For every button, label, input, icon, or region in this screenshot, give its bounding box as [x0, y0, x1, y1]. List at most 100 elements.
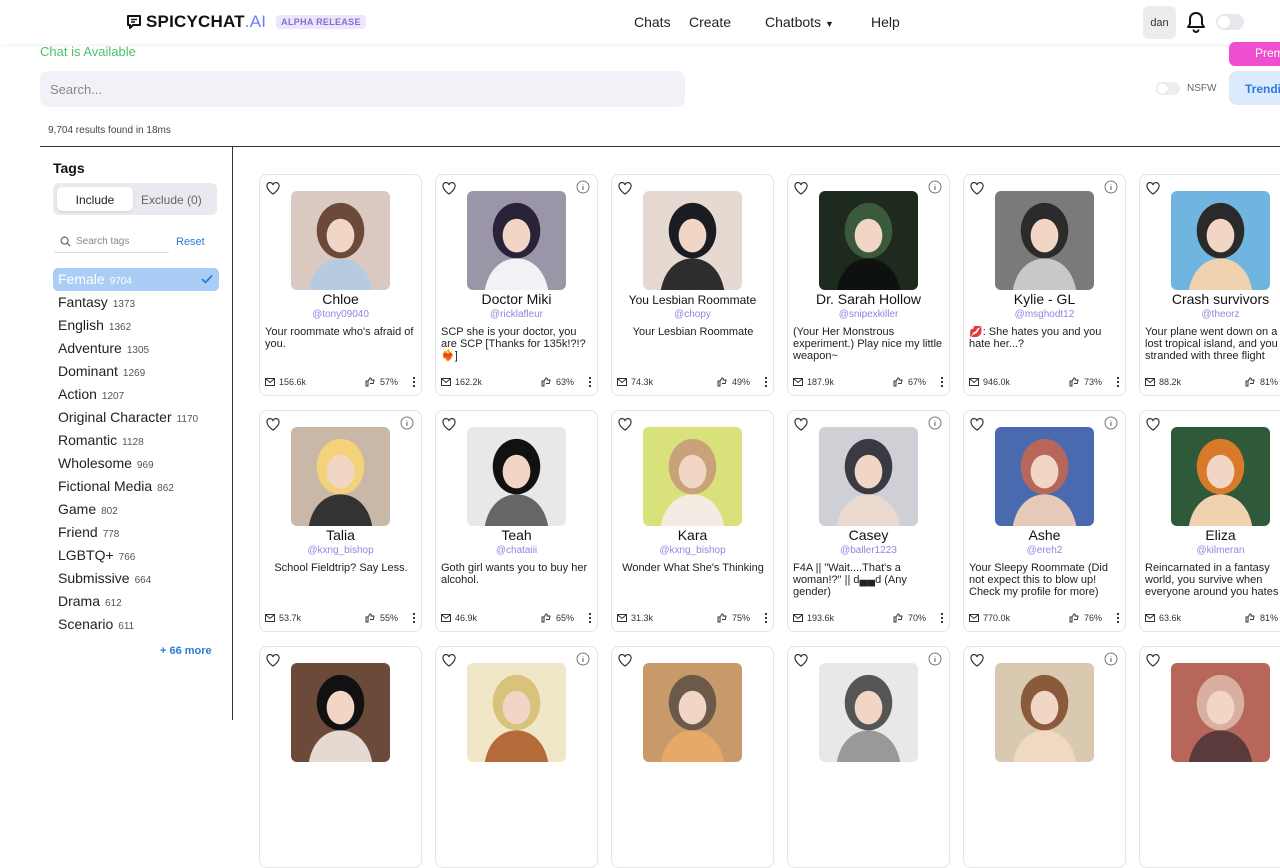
nav-chats[interactable]: Chats: [634, 14, 671, 30]
character-name[interactable]: You Lesbian Roommate: [612, 293, 773, 307]
creator-handle[interactable]: @chopy: [612, 309, 773, 320]
heart-icon[interactable]: [442, 418, 456, 431]
info-icon[interactable]: [928, 416, 942, 430]
chatbot-card[interactable]: Kara @kxng_bishop Wonder What She's Thinki…: [611, 410, 774, 632]
more-options-icon[interactable]: [763, 612, 769, 624]
creator-handle[interactable]: @kxng_bishop: [612, 545, 773, 556]
tag-adventure[interactable]: Adventure 1305: [53, 337, 219, 360]
chatbot-card[interactable]: Crash survivors @theorz Your plane went do…: [1139, 174, 1280, 396]
creator-handle[interactable]: @chataiii: [436, 545, 597, 556]
heart-icon[interactable]: [442, 654, 456, 667]
more-options-icon[interactable]: [587, 612, 593, 624]
info-icon[interactable]: [400, 416, 414, 430]
character-name[interactable]: Casey: [788, 527, 949, 543]
heart-icon[interactable]: [970, 654, 984, 667]
theme-toggle[interactable]: [1216, 14, 1244, 30]
heart-icon[interactable]: [1146, 182, 1160, 195]
tag-game[interactable]: Game 802: [53, 498, 219, 521]
creator-handle[interactable]: @ereh2: [964, 545, 1125, 556]
info-icon[interactable]: [576, 180, 590, 194]
character-name[interactable]: Crash survivors: [1140, 291, 1280, 307]
heart-icon[interactable]: [970, 418, 984, 431]
chatbot-card[interactable]: Talia @kxng_bishop School Fieldtrip? Say L…: [259, 410, 422, 632]
chatbot-card[interactable]: [435, 646, 598, 868]
heart-icon[interactable]: [794, 418, 808, 431]
chatbot-card[interactable]: Kylie - GL @msghodt12 💋: She hates you and…: [963, 174, 1126, 396]
tag-wholesome[interactable]: Wholesome 969: [53, 452, 219, 475]
creator-handle[interactable]: @snipexkiller: [788, 309, 949, 320]
nsfw-toggle[interactable]: [1156, 82, 1180, 95]
info-icon[interactable]: [1104, 416, 1118, 430]
more-options-icon[interactable]: [587, 376, 593, 388]
chatbot-card[interactable]: Dr. Sarah Hollow @snipexkiller (Your Her M…: [787, 174, 950, 396]
nav-chatbots[interactable]: Chatbots ▼: [765, 14, 834, 30]
heart-icon[interactable]: [442, 182, 456, 195]
info-icon[interactable]: [1104, 180, 1118, 194]
exclude-tab[interactable]: Exclude (0): [141, 193, 202, 207]
reset-tags-button[interactable]: Reset: [176, 236, 205, 248]
more-options-icon[interactable]: [939, 612, 945, 624]
nav-help[interactable]: Help: [871, 14, 900, 30]
bell-icon[interactable]: [1186, 11, 1206, 33]
premium-button[interactable]: Prem: [1229, 42, 1280, 66]
character-name[interactable]: Kara: [612, 527, 773, 543]
heart-icon[interactable]: [266, 654, 280, 667]
heart-icon[interactable]: [618, 182, 632, 195]
chatbot-card[interactable]: Ashe @ereh2 Your Sleepy Roommate (Did not …: [963, 410, 1126, 632]
user-avatar-button[interactable]: dan: [1143, 6, 1176, 39]
more-options-icon[interactable]: [763, 376, 769, 388]
more-options-icon[interactable]: [411, 376, 417, 388]
heart-icon[interactable]: [266, 182, 280, 195]
creator-handle[interactable]: @tony09040: [260, 309, 421, 320]
character-name[interactable]: Kylie - GL: [964, 291, 1125, 307]
tag-action[interactable]: Action 1207: [53, 383, 219, 406]
tag-drama[interactable]: Drama 612: [53, 590, 219, 613]
chatbot-card[interactable]: Doctor Miki @ricklafleur SCP she is your d…: [435, 174, 598, 396]
character-name[interactable]: Eliza: [1140, 527, 1280, 543]
creator-handle[interactable]: @msghodt12: [964, 309, 1125, 320]
creator-handle[interactable]: @kxng_bishop: [260, 545, 421, 556]
info-icon[interactable]: [928, 652, 942, 666]
search-input[interactable]: Search...: [40, 71, 685, 107]
creator-handle[interactable]: @ricklafleur: [436, 309, 597, 320]
tag-scenario[interactable]: Scenario 611: [53, 613, 219, 636]
tag-dominant[interactable]: Dominant 1269: [53, 360, 219, 383]
info-icon[interactable]: [1104, 652, 1118, 666]
creator-handle[interactable]: @kilmeran: [1140, 545, 1280, 556]
logo[interactable]: SPICYCHAT.AI ALPHA RELEASE: [126, 12, 366, 32]
chatbot-card[interactable]: Eliza @kilmeran Reincarnated in a fantasy …: [1139, 410, 1280, 632]
more-tags-button[interactable]: + 66 more: [160, 645, 212, 657]
chatbot-card[interactable]: [963, 646, 1126, 868]
creator-handle[interactable]: @theorz: [1140, 309, 1280, 320]
chatbot-card[interactable]: Casey @baller1223 F4A || "Wait....That's a…: [787, 410, 950, 632]
nav-create[interactable]: Create: [689, 14, 731, 30]
chatbot-card[interactable]: [1139, 646, 1280, 868]
chatbot-card[interactable]: [787, 646, 950, 868]
info-icon[interactable]: [928, 180, 942, 194]
chatbot-card[interactable]: [259, 646, 422, 868]
heart-icon[interactable]: [970, 182, 984, 195]
chatbot-card[interactable]: Chloe @tony09040 Your roommate who's afrai…: [259, 174, 422, 396]
character-name[interactable]: Chloe: [260, 291, 421, 307]
tag-romantic[interactable]: Romantic 1128: [53, 429, 219, 452]
tag-original-character[interactable]: Original Character 1170: [53, 406, 219, 429]
heart-icon[interactable]: [1146, 418, 1160, 431]
more-options-icon[interactable]: [1115, 612, 1121, 624]
character-name[interactable]: Doctor Miki: [436, 291, 597, 307]
character-name[interactable]: Talia: [260, 527, 421, 543]
creator-handle[interactable]: @baller1223: [788, 545, 949, 556]
heart-icon[interactable]: [618, 418, 632, 431]
tag-female[interactable]: Female 9704: [53, 268, 219, 291]
tag-search-input[interactable]: Search tags: [54, 231, 169, 253]
tag-fantasy[interactable]: Fantasy 1373: [53, 291, 219, 314]
character-name[interactable]: Dr. Sarah Hollow: [788, 291, 949, 307]
trending-button[interactable]: Trendi: [1229, 71, 1280, 105]
include-tab[interactable]: Include: [57, 187, 133, 211]
tag-submissive[interactable]: Submissive 664: [53, 567, 219, 590]
more-options-icon[interactable]: [411, 612, 417, 624]
chatbot-card[interactable]: [611, 646, 774, 868]
heart-icon[interactable]: [618, 654, 632, 667]
more-options-icon[interactable]: [939, 376, 945, 388]
more-options-icon[interactable]: [1115, 376, 1121, 388]
tag-lgbtq[interactable]: LGBTQ+ 766: [53, 544, 219, 567]
